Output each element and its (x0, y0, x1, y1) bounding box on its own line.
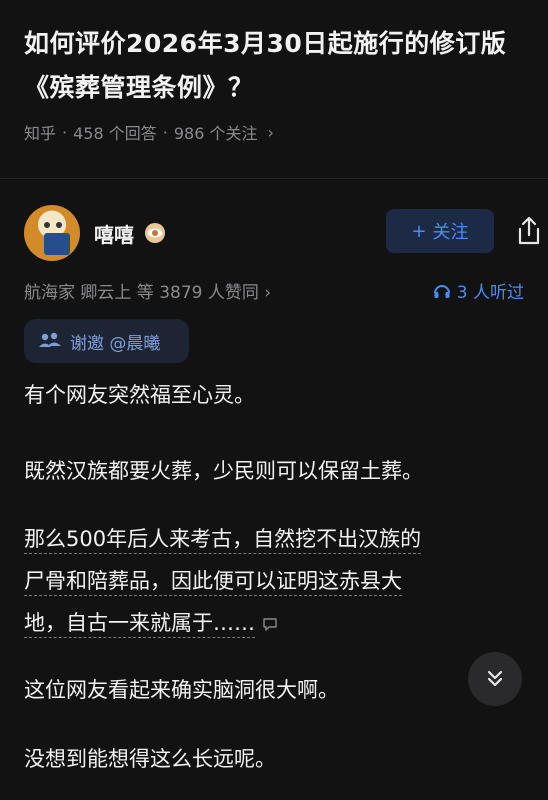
eye-badge-icon (145, 223, 165, 243)
invite-label: 谢邀 @晨曦 (70, 333, 161, 354)
group-icon (39, 332, 61, 347)
annotated-line: 那么500年后人来考古，自然挖不出汉族的 (24, 527, 422, 554)
chevron-right-icon[interactable]: › (267, 123, 273, 142)
invite-chip[interactable]: 谢邀 @晨曦 (24, 319, 189, 363)
scroll-down-button[interactable] (468, 652, 522, 706)
question-header: 如何评价2026年3月30日起施行的修订版《殡葬管理条例》？ 知乎 · 458 … (24, 22, 524, 144)
answer-paragraph-annotated[interactable]: 那么500年后人来考古，自然挖不出汉族的 尸骨和陪葬品，因此便可以证明这赤县大 … (24, 518, 524, 644)
avatar-eye (44, 222, 50, 228)
share-icon[interactable] (514, 215, 544, 247)
follow-button[interactable]: + 关注 (386, 209, 494, 253)
listeners-link[interactable]: 3 人听过 (433, 278, 524, 303)
listeners-label: 3 人听过 (456, 283, 524, 303)
endorsement-line[interactable]: 航海家 卿云上 等 3879 人赞同 › (24, 278, 271, 303)
source-label[interactable]: 知乎 (24, 120, 56, 144)
avatar-book (44, 233, 70, 255)
meta-separator: · (62, 122, 68, 142)
plus-icon: + (411, 220, 427, 242)
author-row: 嘻嘻 + 关注 (24, 205, 540, 261)
avatar[interactable] (24, 205, 80, 261)
answer-paragraph: 没想到能想得这么长远呢。 (24, 747, 276, 771)
double-chevron-down-icon (487, 670, 503, 687)
avatar-eye (56, 222, 62, 228)
annotated-line: 地，自古一来就属于…… (24, 611, 255, 638)
answer-paragraph: 既然汉族都要火葬，少民则可以保留土葬。 (24, 459, 423, 483)
meta-separator: · (162, 122, 168, 142)
follower-count[interactable]: 986 个关注 (174, 120, 258, 144)
divider (0, 178, 548, 179)
author-name[interactable]: 嘻嘻 (94, 219, 134, 248)
answer-count[interactable]: 458 个回答 (73, 120, 157, 144)
question-meta: 知乎 · 458 个回答 · 986 个关注 › (24, 120, 524, 144)
follow-label: 关注 (432, 222, 469, 243)
annotated-line: 尸骨和陪葬品，因此便可以证明这赤县大 (24, 569, 402, 596)
comment-icon[interactable] (262, 616, 278, 632)
question-title[interactable]: 如何评价2026年3月30日起施行的修订版《殡葬管理条例》？ (24, 22, 524, 110)
answer-paragraph: 这位网友看起来确实脑洞很大啊。 (24, 678, 339, 702)
headphones-icon (433, 284, 450, 298)
answer-paragraph: 有个网友突然福至心灵。 (24, 383, 255, 407)
